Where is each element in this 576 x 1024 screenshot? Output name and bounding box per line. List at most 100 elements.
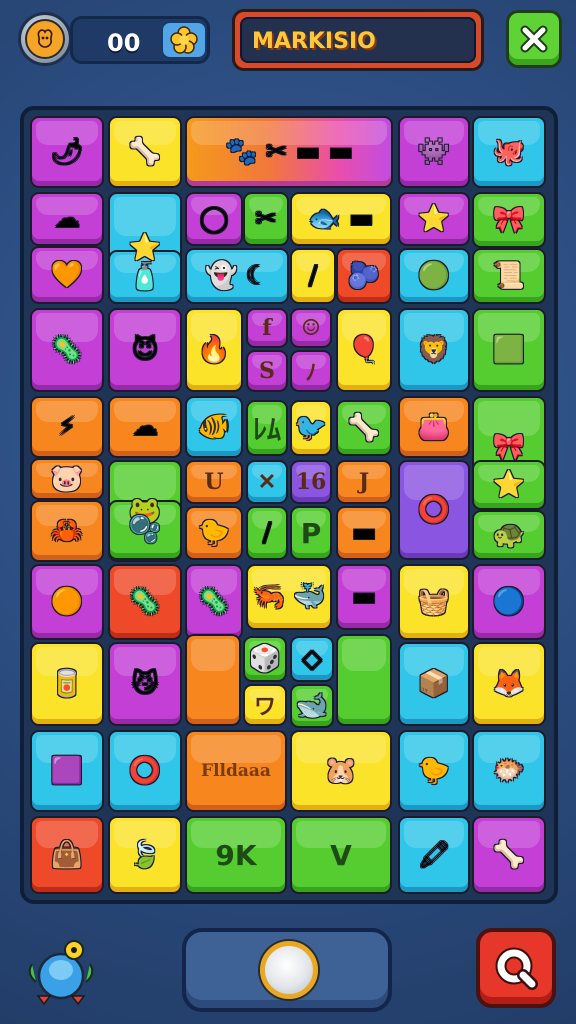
board-tile[interactable]: Flldaaa: [185, 730, 287, 812]
center-action-button[interactable]: [182, 928, 392, 1012]
board-tile[interactable]: V: [290, 816, 392, 894]
tile-label: S: [259, 358, 275, 384]
board-tile[interactable]: 🦐 🐳: [246, 564, 332, 630]
search-icon: [495, 947, 538, 990]
board-tile[interactable]: ﾉ: [290, 350, 332, 392]
coin-badge[interactable]: [18, 12, 72, 66]
board-tile[interactable]: ✂: [243, 192, 289, 246]
board-tile[interactable]: 👜: [30, 816, 104, 894]
board-tile[interactable]: 16: [290, 460, 332, 504]
tile-label: 16: [295, 469, 327, 495]
board-tile[interactable]: 🐦: [290, 400, 332, 456]
board-tile[interactable]: S: [246, 350, 288, 392]
board-tile[interactable]: 🥫: [30, 642, 104, 726]
tile-icon: 🟩: [492, 335, 526, 365]
board-tile[interactable]: 🐤: [398, 730, 470, 812]
board-tile[interactable]: 👾: [398, 116, 470, 188]
board-tile[interactable]: P: [290, 506, 332, 560]
board-tile[interactable]: 🔵: [472, 564, 546, 640]
flower-icon[interactable]: [161, 21, 207, 59]
board-tile[interactable]: 👛: [398, 396, 470, 458]
board-tile[interactable]: 🐾 ✂ ▬ ▬: [185, 116, 393, 188]
board-tile[interactable]: ワ: [243, 684, 287, 726]
tile-label: ワ: [253, 694, 276, 720]
board-tile[interactable]: 9K: [185, 816, 287, 894]
board-tile[interactable]: ◇: [290, 636, 334, 682]
title-banner: MARKISIO: [232, 9, 484, 71]
tile-icon: 😈: [131, 335, 159, 365]
board-tile[interactable]: /: [246, 506, 288, 560]
board-tile[interactable]: [185, 634, 241, 726]
board-tile[interactable]: 🐤: [185, 506, 243, 560]
board-tile[interactable]: 🟢: [398, 248, 470, 304]
tile-icon: ⭕: [128, 756, 162, 786]
board-tile[interactable]: 😈: [108, 308, 182, 392]
tile-label: 9K: [215, 838, 257, 872]
board-tile[interactable]: J: [336, 460, 392, 504]
board-tile[interactable]: 🐡: [472, 730, 546, 812]
tile-icon: 🐹: [324, 756, 358, 786]
board-tile[interactable]: 📜: [472, 248, 546, 304]
board-tile[interactable]: 🧺: [398, 564, 470, 640]
board-tile[interactable]: 🐷: [30, 458, 104, 500]
board-tile[interactable]: 🟩: [472, 308, 546, 392]
tile-icon: ◯: [199, 204, 229, 234]
board-tile[interactable]: ▬: [336, 506, 392, 560]
board-tile[interactable]: 🟠: [30, 564, 104, 640]
board-tile[interactable]: ⭕: [108, 730, 182, 812]
board-tile[interactable]: ⭐: [398, 192, 470, 246]
board-tile[interactable]: 🐙: [472, 116, 546, 188]
score-value: 00: [107, 29, 141, 57]
board-tile[interactable]: 🖍: [398, 816, 470, 894]
board-tile[interactable]: 🦊: [472, 642, 546, 726]
tile-label: f: [262, 315, 272, 341]
board-tile[interactable]: ✕: [246, 460, 288, 504]
board-tile[interactable]: f: [246, 308, 288, 348]
board-tile[interactable]: 📦: [398, 642, 470, 726]
tile-icon: 🎀: [492, 432, 526, 462]
board-tile[interactable]: 👻 ☾: [185, 248, 289, 304]
board-tile[interactable]: 🦠: [185, 564, 243, 640]
board-tile[interactable]: 🐠: [185, 396, 243, 458]
board-tile[interactable]: 🦠: [108, 564, 182, 640]
board-tile[interactable]: 🐢: [472, 510, 546, 560]
tile-icon: 🦊: [492, 669, 526, 699]
board-tile[interactable]: ﾚﾑ: [246, 400, 288, 456]
board-tile[interactable]: 😼: [108, 642, 182, 726]
tile-icon: 🟠: [50, 587, 84, 617]
board-tile[interactable]: 🐋: [290, 684, 334, 728]
board-tile[interactable]: ▬: [336, 564, 392, 630]
board-tile[interactable]: ◯: [185, 192, 243, 246]
board-tile[interactable]: 🦴: [472, 816, 546, 894]
board-tile[interactable]: 🦴: [336, 400, 392, 456]
board-tile[interactable]: 🔥: [185, 308, 243, 392]
board-tile[interactable]: ⭕: [398, 460, 470, 560]
bird-mascot-icon[interactable]: [26, 934, 96, 1006]
tile-icon: 🎀: [492, 205, 526, 235]
board-tile[interactable]: 🎀: [472, 192, 546, 248]
board-tile[interactable]: 🎈: [336, 308, 392, 392]
board-tile[interactable]: 🧡: [30, 246, 104, 304]
close-button[interactable]: [506, 10, 562, 68]
board-tile[interactable]: 🦀: [30, 500, 104, 562]
board-tile[interactable]: 🟪: [30, 730, 104, 812]
board-tile[interactable]: 🦠: [30, 308, 104, 392]
board-tile[interactable]: U: [185, 460, 243, 504]
search-button[interactable]: [476, 928, 556, 1008]
board-tile[interactable]: ☁: [30, 192, 104, 246]
board-tile[interactable]: 🌶: [30, 116, 104, 188]
board-tile[interactable]: 🎲: [243, 636, 287, 682]
board-tile[interactable]: ⚡: [30, 396, 104, 458]
board-tile[interactable]: 🐟 ▬: [290, 192, 392, 246]
board-tile[interactable]: 🦁: [398, 308, 470, 392]
board-tile[interactable]: 🦴: [108, 116, 182, 188]
board-tile[interactable]: ☺: [290, 308, 332, 348]
board-tile[interactable]: /: [290, 248, 336, 304]
board-tile[interactable]: ☁: [108, 396, 182, 458]
board-tile[interactable]: 🫐: [336, 248, 392, 304]
tile-icon: ⭕: [417, 495, 451, 525]
board-tile[interactable]: 🐹: [290, 730, 392, 812]
board-tile[interactable]: 🍃: [108, 816, 182, 894]
board-tile[interactable]: ⭐: [472, 460, 546, 510]
board-tile[interactable]: [336, 634, 392, 726]
